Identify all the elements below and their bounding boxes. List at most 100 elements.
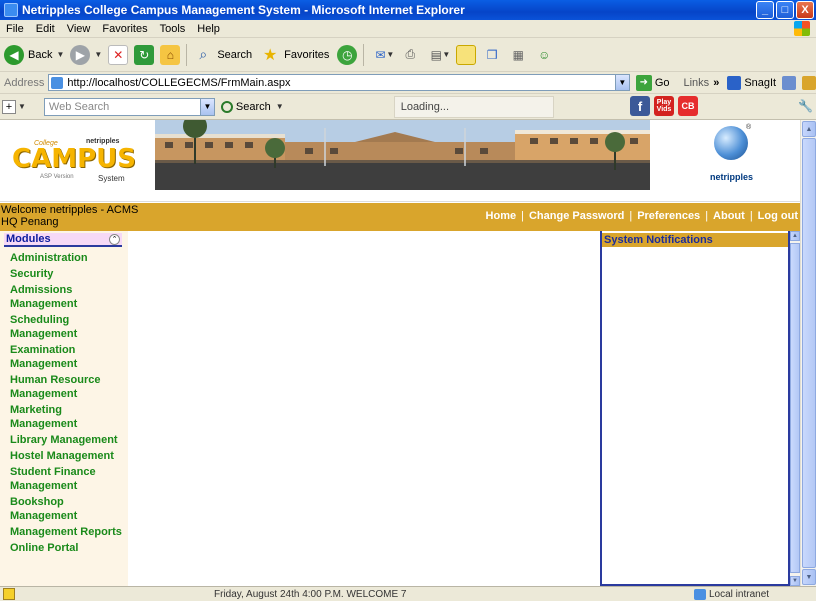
status-bar: Friday, August 24th 4:00 P.M. WELCOME 7 … bbox=[0, 586, 816, 601]
menu-tools[interactable]: Tools bbox=[154, 23, 192, 35]
module-online-portal[interactable]: Online Portal bbox=[10, 541, 126, 555]
logo-campus-text: CAMPUS bbox=[12, 144, 136, 174]
logo-version-text: ASP Version bbox=[40, 174, 74, 180]
close-button[interactable]: X bbox=[796, 1, 814, 19]
wrench-icon[interactable]: 🔧 bbox=[798, 99, 813, 113]
scroll-down-icon[interactable]: ▼ bbox=[790, 576, 800, 586]
module-security[interactable]: Security bbox=[10, 267, 126, 281]
nav-home-link[interactable]: Home bbox=[486, 210, 517, 222]
welcome-text: Welcome netripples - ACMS HQ Penang bbox=[1, 204, 139, 228]
module-bookshop[interactable]: Bookshop Management bbox=[10, 495, 126, 523]
snagit-label: SnagIt bbox=[744, 76, 777, 89]
web-search-dropdown-icon[interactable]: ▼ bbox=[200, 97, 215, 116]
window-icon[interactable] bbox=[782, 75, 797, 90]
web-page: College netripples CAMPUS ASP Version Sy… bbox=[0, 120, 800, 586]
modules-header[interactable]: Modules ⌃ bbox=[4, 233, 122, 247]
maximize-button[interactable]: □ bbox=[776, 1, 794, 19]
print-icon[interactable]: ⎙ bbox=[400, 45, 420, 65]
minimize-button[interactable]: _ bbox=[756, 1, 774, 19]
menu-file[interactable]: File bbox=[0, 23, 30, 35]
nav-logout-link[interactable]: Log out bbox=[758, 210, 798, 222]
module-hostel[interactable]: Hostel Management bbox=[10, 449, 126, 463]
links-label[interactable]: Links bbox=[684, 77, 710, 89]
links-chevron-icon[interactable]: » bbox=[713, 77, 719, 89]
module-admissions[interactable]: Admissions Management bbox=[10, 283, 126, 311]
back-arrow-icon: ◀ bbox=[4, 44, 24, 65]
collapse-icon[interactable]: ⌃ bbox=[109, 234, 120, 245]
modules-panel: Modules ⌃ Administration Security Admiss… bbox=[0, 231, 128, 586]
modules-list: Administration Security Admissions Manag… bbox=[10, 251, 126, 557]
nav-separator: | bbox=[749, 210, 753, 222]
search-button[interactable]: ⌕ Search bbox=[193, 45, 252, 65]
module-management-reports[interactable]: Management Reports bbox=[10, 525, 126, 539]
module-scheduling[interactable]: Scheduling Management bbox=[10, 313, 126, 341]
module-examination[interactable]: Examination Management bbox=[10, 343, 126, 371]
page-scroll-thumb[interactable] bbox=[802, 138, 816, 568]
web-search-input[interactable]: Web Search bbox=[43, 97, 201, 116]
status-text: Friday, August 24th 4:00 P.M. WELCOME 7 bbox=[214, 588, 407, 600]
logo-system-text: System bbox=[98, 174, 125, 183]
window-title-bar[interactable]: Netripples College Campus Management Sys… bbox=[0, 0, 816, 20]
address-input[interactable]: http://localhost/COLLEGECMS/FrmMain.aspx… bbox=[48, 74, 630, 91]
menu-edit[interactable]: Edit bbox=[30, 23, 61, 35]
search-label: Search bbox=[217, 48, 253, 61]
toolbar-separator bbox=[186, 43, 188, 66]
address-dropdown-icon[interactable]: ▼ bbox=[614, 75, 629, 90]
nav-preferences-link[interactable]: Preferences bbox=[637, 210, 700, 222]
nav-separator: | bbox=[705, 210, 709, 222]
page-scrollbar[interactable]: ▲ ▼ bbox=[800, 120, 816, 586]
netripples-brand[interactable]: ® netripples bbox=[700, 120, 770, 190]
module-library[interactable]: Library Management bbox=[10, 433, 126, 447]
refresh-icon[interactable]: ↻ bbox=[134, 44, 155, 65]
web-search-button[interactable]: Search ▼ bbox=[220, 100, 290, 113]
toolbar-separator bbox=[363, 43, 365, 66]
stop-icon[interactable]: ✕ bbox=[108, 44, 129, 65]
search-toolbar: + ▼ Web Search ▼ Search ▼ Loading... f P… bbox=[0, 94, 816, 120]
campus-logo[interactable]: College netripples CAMPUS ASP Version Sy… bbox=[4, 134, 136, 190]
edit-page-icon[interactable] bbox=[802, 75, 816, 90]
cb-icon[interactable]: CB bbox=[678, 96, 698, 116]
facebook-icon[interactable]: f bbox=[630, 96, 650, 116]
messenger-icon[interactable]: ☺ bbox=[534, 45, 554, 65]
scroll-thumb[interactable] bbox=[790, 243, 800, 573]
notifications-panel: System Notifications ▲ ▼ bbox=[600, 231, 800, 586]
discuss-icon[interactable] bbox=[456, 44, 477, 65]
module-student-finance[interactable]: Student Finance Management bbox=[10, 465, 126, 493]
tools-icon[interactable]: ▦ bbox=[508, 45, 528, 65]
search-dropdown-icon[interactable]: ▼ bbox=[276, 102, 284, 111]
menu-view[interactable]: View bbox=[61, 23, 97, 35]
module-human-resource[interactable]: Human Resource Management bbox=[10, 373, 126, 401]
campus-building-illustration bbox=[155, 120, 650, 190]
mail-dropdown-icon[interactable]: ▼ bbox=[386, 50, 394, 59]
forward-dropdown-icon[interactable]: ▼ bbox=[94, 50, 102, 59]
module-administration[interactable]: Administration bbox=[10, 251, 126, 265]
back-dropdown-icon[interactable]: ▼ bbox=[56, 50, 64, 59]
play-video-icon[interactable]: Play Vids bbox=[654, 96, 674, 116]
module-marketing[interactable]: Marketing Management bbox=[10, 403, 126, 431]
loading-indicator: Loading... bbox=[393, 95, 554, 118]
snagit-button[interactable]: SnagIt bbox=[727, 75, 777, 90]
back-button[interactable]: ◀ Back bbox=[4, 44, 52, 65]
edit-dropdown-icon[interactable]: ▼ bbox=[442, 50, 450, 59]
menu-help[interactable]: Help bbox=[191, 23, 226, 35]
research-icon[interactable]: ❒ bbox=[482, 45, 502, 65]
menu-favorites[interactable]: Favorites bbox=[96, 23, 153, 35]
favorites-button[interactable]: ★ Favorites bbox=[260, 45, 329, 65]
notifications-scrollbar[interactable]: ▲ ▼ bbox=[790, 231, 800, 586]
modules-title: Modules bbox=[6, 233, 51, 245]
window-title: Netripples College Campus Management Sys… bbox=[22, 3, 465, 17]
page-scroll-down-icon[interactable]: ▼ bbox=[802, 569, 816, 585]
add-dropdown-icon[interactable]: ▼ bbox=[18, 102, 26, 111]
nav-about-link[interactable]: About bbox=[713, 210, 745, 222]
nav-change-password-link[interactable]: Change Password bbox=[529, 210, 624, 222]
page-scroll-up-icon[interactable]: ▲ bbox=[802, 121, 816, 137]
add-button[interactable]: + bbox=[2, 99, 16, 114]
go-button[interactable]: ➜ Go bbox=[635, 74, 670, 91]
address-url[interactable]: http://localhost/COLLEGECMS/FrmMain.aspx bbox=[67, 77, 614, 89]
zone-label: Local intranet bbox=[709, 588, 770, 600]
media-icon[interactable]: ◷ bbox=[337, 44, 358, 65]
forward-button[interactable]: ▶ bbox=[70, 44, 91, 65]
scroll-up-icon[interactable]: ▲ bbox=[790, 231, 800, 241]
menu-bar: File Edit View Favorites Tools Help bbox=[0, 20, 816, 38]
home-icon[interactable]: ⌂ bbox=[160, 44, 181, 65]
